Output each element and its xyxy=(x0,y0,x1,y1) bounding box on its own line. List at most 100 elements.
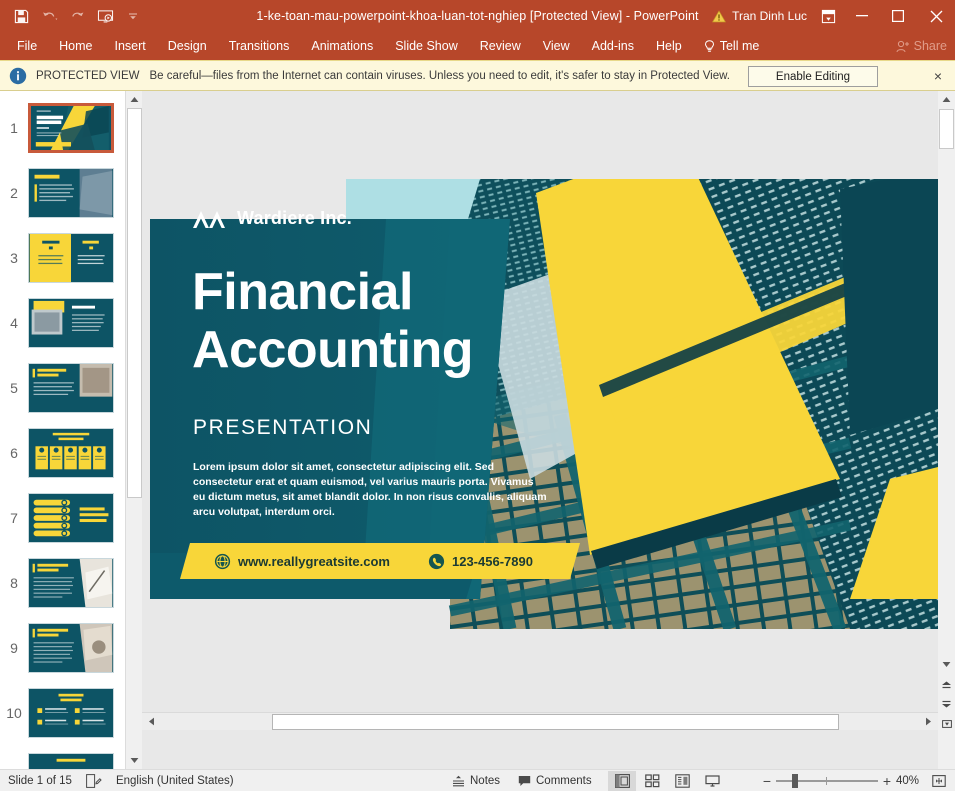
thumbnail-number: 10 xyxy=(6,704,22,721)
share-button[interactable]: Share xyxy=(896,32,947,60)
scroll-up-icon[interactable] xyxy=(938,91,955,108)
scroll-right-icon[interactable] xyxy=(920,713,936,730)
scroll-thumb[interactable] xyxy=(127,108,142,498)
thumbnail-slide-11[interactable]: 11 xyxy=(0,745,125,769)
start-slideshow-icon[interactable] xyxy=(92,3,118,29)
tab-help[interactable]: Help xyxy=(645,32,693,60)
next-slide-button[interactable] xyxy=(938,694,955,712)
accessibility-checker-icon[interactable] xyxy=(86,773,102,788)
scroll-down-icon[interactable] xyxy=(938,656,955,673)
scroll-track[interactable] xyxy=(126,108,143,752)
website-text: www.reallygreatsite.com xyxy=(238,553,390,569)
slide-sorter-view-button[interactable] xyxy=(638,771,666,791)
language-indicator[interactable]: English (United States) xyxy=(116,775,234,787)
redo-icon[interactable] xyxy=(64,3,90,29)
thumbnail-preview[interactable] xyxy=(28,232,114,283)
slide-title-line-2: Accounting xyxy=(192,321,473,379)
zoom-out-button[interactable]: − xyxy=(758,772,776,790)
thumbnail-slide-8[interactable]: 8 xyxy=(0,550,125,615)
tab-design[interactable]: Design xyxy=(157,32,218,60)
fit-to-window-button[interactable] xyxy=(930,772,948,790)
current-slide[interactable]: Wardiere Inc. Financial Accounting PRESE… xyxy=(150,179,938,629)
scroll-down-icon[interactable] xyxy=(126,752,143,769)
select-browse-object-button[interactable] xyxy=(938,715,955,733)
thumbnail-preview[interactable] xyxy=(28,492,114,543)
thumbnail-preview[interactable] xyxy=(28,752,114,769)
customize-quick-access-toolbar-icon[interactable] xyxy=(120,3,146,29)
thumbnail-slide-2[interactable]: 2 xyxy=(0,160,125,225)
scroll-left-icon[interactable] xyxy=(143,713,159,730)
thumbnail-slide-3[interactable]: 3 xyxy=(0,225,125,290)
tab-view[interactable]: View xyxy=(532,32,581,60)
phone-item[interactable]: 123-456-7890 xyxy=(428,553,533,570)
thumbnail-number: 1 xyxy=(10,119,18,136)
horizontal-scroll-track[interactable] xyxy=(160,714,920,730)
thumbnail-preview[interactable] xyxy=(28,297,114,348)
tab-home[interactable]: Home xyxy=(48,32,103,60)
undo-icon[interactable] xyxy=(36,3,62,29)
slide-counter[interactable]: Slide 1 of 15 xyxy=(8,775,72,787)
thumbnail-slide-9[interactable]: 9 xyxy=(0,615,125,680)
slide-thumbnail-panel[interactable]: 1 2 3 4 5 6 7 8 9 10 xyxy=(0,91,125,769)
thumbnail-slide-7[interactable]: 7 xyxy=(0,485,125,550)
thumbnail-slide-1[interactable]: 1 xyxy=(0,95,125,160)
tab-review[interactable]: Review xyxy=(469,32,532,60)
zoom-control[interactable]: − + xyxy=(758,772,896,790)
thumbnail-preview[interactable] xyxy=(28,557,114,608)
thumbnail-slide-5[interactable]: 5 xyxy=(0,355,125,420)
enable-editing-button[interactable]: Enable Editing xyxy=(748,66,878,87)
tab-insert[interactable]: Insert xyxy=(104,32,157,60)
slide-editing-stage[interactable]: Wardiere Inc. Financial Accounting PRESE… xyxy=(142,91,938,769)
thumbnail-slide-6[interactable]: 6 xyxy=(0,420,125,485)
thumbnail-art xyxy=(29,168,113,217)
zoom-percentage[interactable]: 40% xyxy=(885,775,919,787)
tell-me-box[interactable]: Tell me xyxy=(693,32,771,60)
slide-subtitle[interactable]: PRESENTATION xyxy=(193,416,372,440)
scroll-up-icon[interactable] xyxy=(126,91,143,108)
thumbnail-preview[interactable] xyxy=(28,427,114,478)
thumbnail-number: 4 xyxy=(10,314,18,331)
normal-view-button[interactable] xyxy=(608,770,636,791)
horizontal-scrollbar[interactable] xyxy=(142,712,938,730)
contact-bar[interactable]: www.reallygreatsite.com 123-456-7890 xyxy=(180,543,580,579)
slide-show-button[interactable] xyxy=(698,771,726,791)
thumbnail-preview[interactable] xyxy=(28,687,114,738)
slide-body-text[interactable]: Lorem ipsum dolor sit amet, consectetur … xyxy=(193,460,548,520)
maximize-button[interactable] xyxy=(879,0,917,32)
thumbnail-preview[interactable] xyxy=(28,622,114,673)
tab-animations[interactable]: Animations xyxy=(300,32,384,60)
reading-view-button[interactable] xyxy=(668,771,696,791)
tab-slide-show[interactable]: Slide Show xyxy=(384,32,469,60)
vertical-scrollbar[interactable] xyxy=(938,91,955,769)
save-icon[interactable] xyxy=(8,3,34,29)
thumbnail-number: 6 xyxy=(10,444,18,461)
zoom-slider[interactable] xyxy=(776,772,878,790)
ribbon-tabs: File Home Insert Design Transitions Anim… xyxy=(0,32,955,60)
vertical-scroll-thumb[interactable] xyxy=(939,109,954,149)
vertical-scroll-track[interactable] xyxy=(938,108,955,656)
thumbnail-preview[interactable] xyxy=(28,167,114,218)
minimize-button[interactable] xyxy=(843,0,881,32)
close-button[interactable] xyxy=(917,0,955,32)
slide-artwork: Wardiere Inc. Financial Accounting PRESE… xyxy=(150,179,938,629)
account-info[interactable]: Tran Dinh Luc xyxy=(712,0,807,32)
status-bar: Slide 1 of 15 English (United States) No… xyxy=(0,769,955,791)
thumbnail-slide-4[interactable]: 4 xyxy=(0,290,125,355)
tab-file[interactable]: File xyxy=(6,32,48,60)
zoom-slider-handle[interactable] xyxy=(792,773,798,788)
comments-button[interactable]: Comments xyxy=(518,775,592,787)
horizontal-scroll-thumb[interactable] xyxy=(272,714,839,730)
website-item[interactable]: www.reallygreatsite.com xyxy=(214,553,390,570)
tab-add-ins[interactable]: Add-ins xyxy=(581,32,645,60)
previous-slide-button[interactable] xyxy=(938,676,955,694)
close-icon[interactable]: × xyxy=(929,67,947,85)
thumbnail-preview[interactable] xyxy=(28,102,114,153)
notes-button[interactable]: Notes xyxy=(452,775,500,787)
slide-title[interactable]: Financial Accounting xyxy=(192,263,592,379)
thumbnail-slide-10[interactable]: 10 xyxy=(0,680,125,745)
tab-transitions[interactable]: Transitions xyxy=(218,32,301,60)
ribbon-display-options-icon[interactable] xyxy=(813,0,843,32)
thumbnail-panel-scrollbar[interactable] xyxy=(125,91,143,769)
slide-show-icon xyxy=(704,774,720,787)
thumbnail-preview[interactable] xyxy=(28,362,114,413)
